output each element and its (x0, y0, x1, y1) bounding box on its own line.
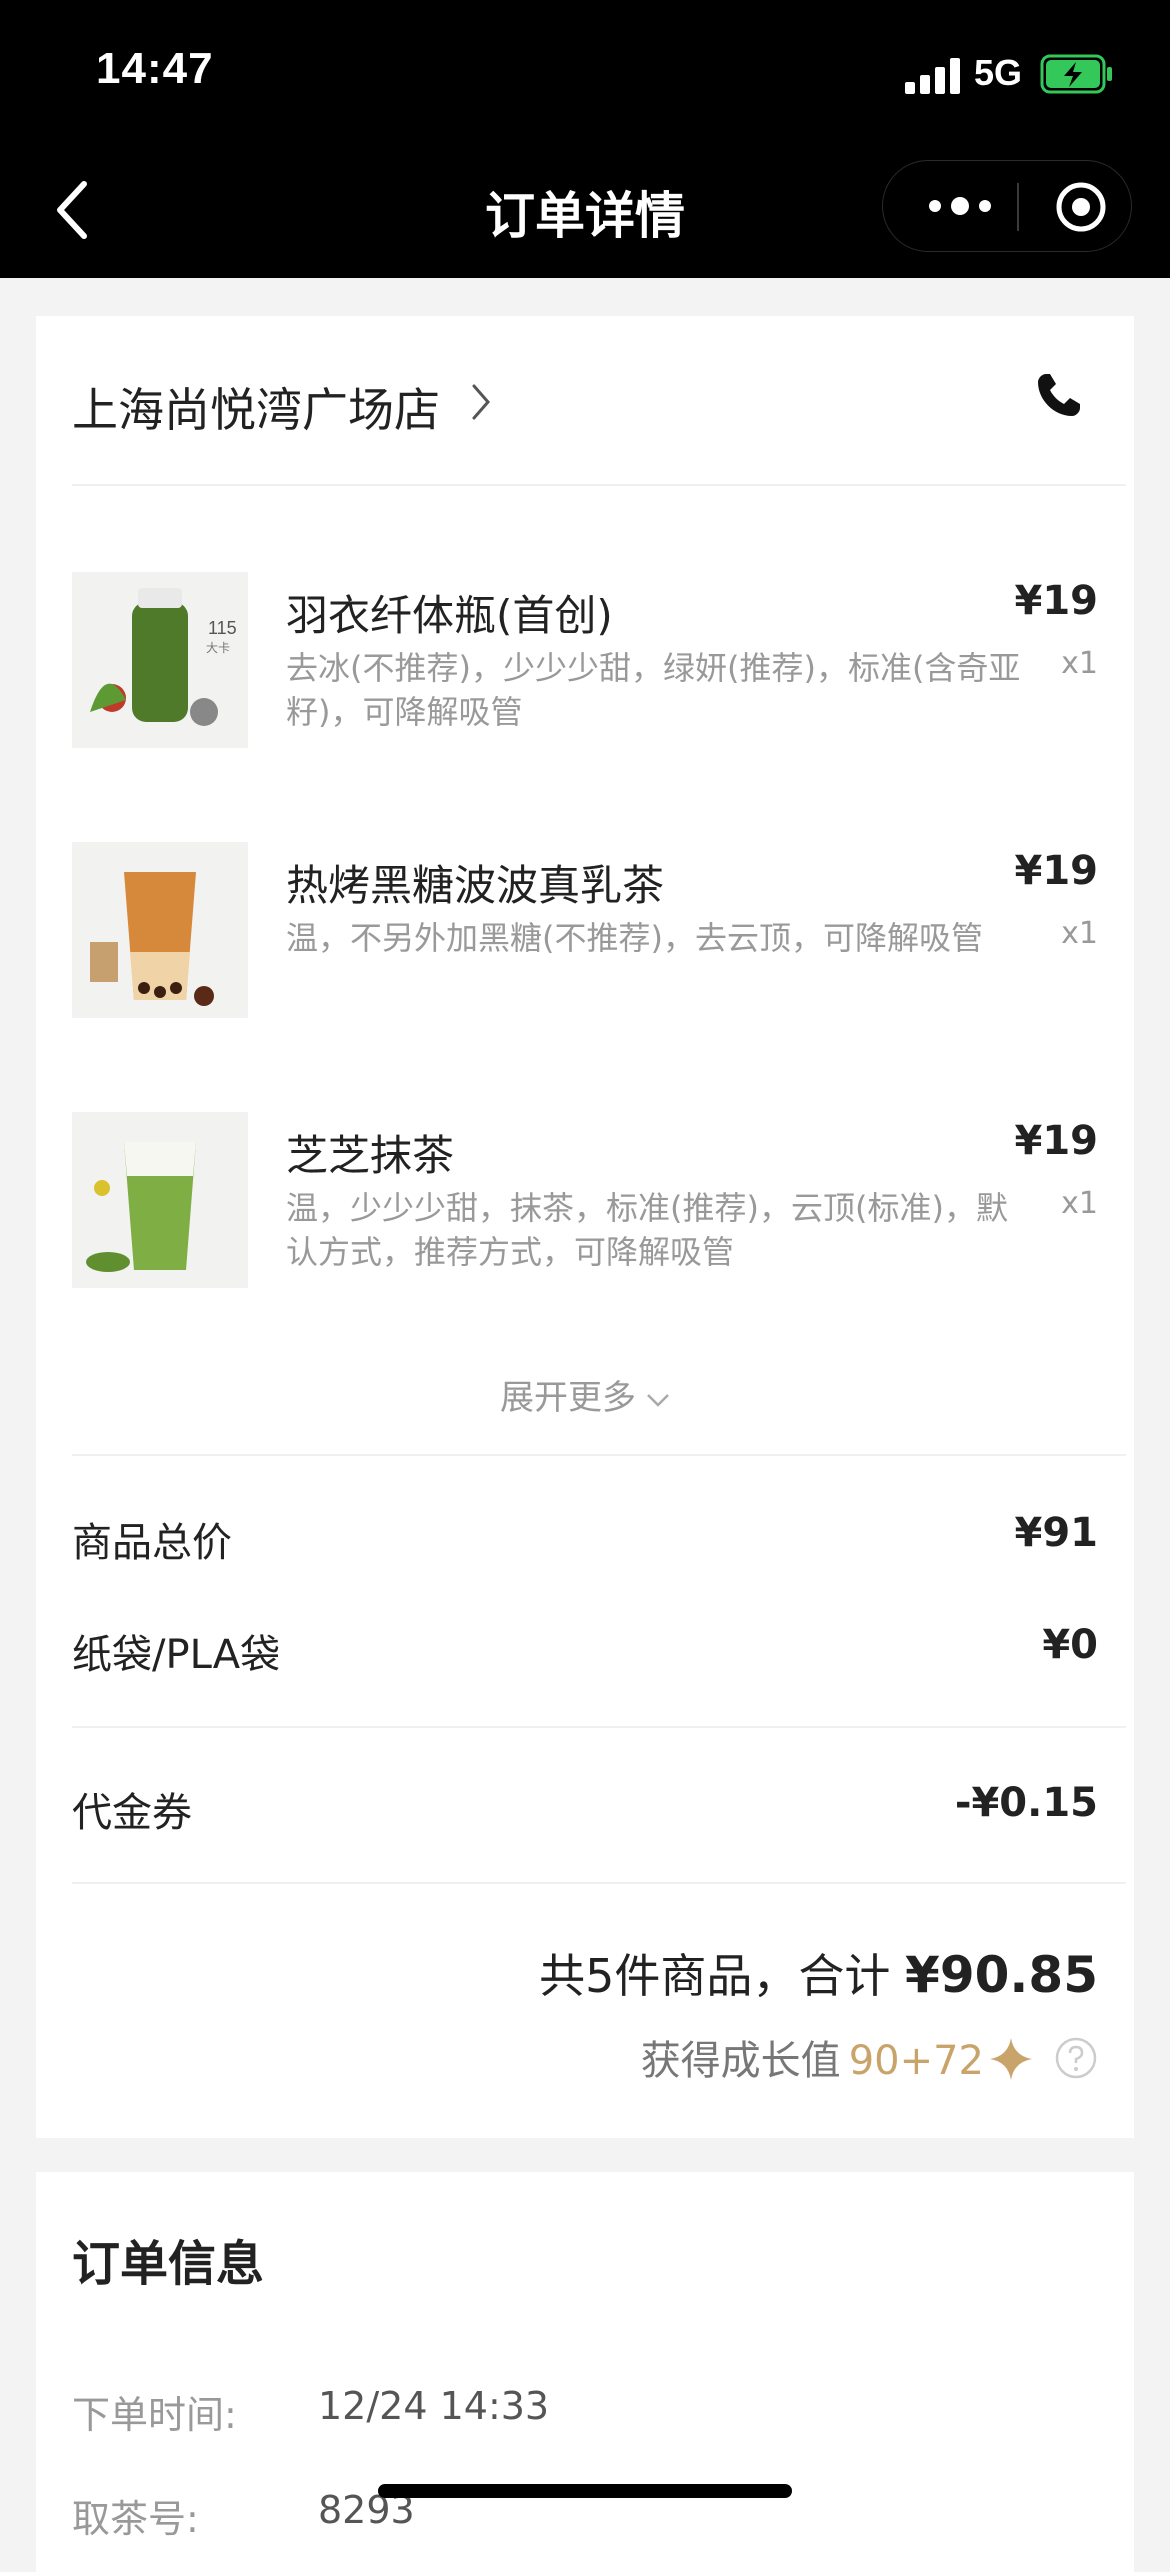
home-indicator[interactable] (378, 2484, 792, 2498)
store-name[interactable]: 上海尚悦湾广场店 (72, 374, 440, 440)
divider (72, 1454, 1126, 1456)
growth-points: 获得成长值 90+72 (641, 2028, 1098, 2084)
thumb-calorie-number: 115 (208, 618, 237, 638)
header: 14:47 5G 订单详情 (0, 0, 1170, 278)
fee-label: 商品总价 (72, 1520, 232, 1566)
capsule-divider (1017, 183, 1019, 231)
expand-more-label: 展开更多 (500, 1378, 636, 1418)
item-quantity: x1 (1061, 916, 1098, 951)
item-name: 热烤黑糖波波真乳茶 (286, 861, 665, 910)
chevron-down-icon (647, 1393, 669, 1407)
fee-row-voucher: 代金券 -¥0.15 (36, 1780, 1134, 1840)
order-info-title: 订单信息 (72, 2236, 265, 2292)
help-icon[interactable] (1054, 2036, 1098, 2080)
mini-program-capsule (882, 160, 1132, 252)
list-item[interactable]: 热烤黑糖波波真乳茶 温，不另外加黑糖(不推荐)，去云顶，可降解吸管 ¥19 x1 (36, 842, 1134, 1042)
pickup-number-label: 取茶号: (72, 2497, 199, 2541)
fee-label: 纸袋/PLA袋 (72, 1632, 281, 1678)
product-image: 115 大卡 (72, 572, 248, 748)
expand-more-button[interactable]: 展开更多 (36, 1370, 1134, 1419)
signal-icon (905, 58, 961, 94)
divider (72, 1882, 1126, 1884)
total-prefix: 共5件商品，合计 (539, 1949, 891, 2003)
divider (72, 1726, 1126, 1728)
fee-value: ¥91 (1014, 1510, 1099, 1556)
item-options: 温，不另外加黑糖(不推荐)，去云顶，可降解吸管 (286, 919, 983, 957)
phone-icon[interactable] (1032, 370, 1084, 422)
item-quantity: x1 (1061, 646, 1098, 681)
divider (72, 484, 1126, 486)
chevron-right-icon (472, 384, 490, 420)
fee-row-subtotal: 商品总价 ¥91 (36, 1510, 1134, 1570)
item-quantity: x1 (1061, 1186, 1098, 1221)
more-options-icon[interactable] (925, 191, 995, 221)
item-options: 去冰(不推荐)，少少少甜，绿妍(推荐)，标准(含奇亚籽)，可降解吸管 (286, 649, 1021, 731)
item-price: ¥19 (1014, 848, 1099, 894)
growth-label: 获得成长值 (640, 2038, 841, 2084)
status-time: 14:47 (96, 44, 214, 93)
fee-value: ¥0 (1042, 1622, 1098, 1668)
item-price: ¥19 (1014, 1118, 1099, 1164)
product-image (72, 842, 248, 1018)
order-total: 共5件商品，合计 ¥90.85 (539, 1940, 1098, 2006)
order-card: 上海尚悦湾广场店 115 大卡 羽衣纤体瓶(首创) 去冰(不推荐)，少少少甜，绿… (36, 316, 1134, 2138)
store-row[interactable]: 上海尚悦湾广场店 (36, 316, 1134, 486)
sparkle-icon (990, 2038, 1032, 2080)
battery-charging-icon (1040, 54, 1112, 94)
close-miniprogram-icon[interactable] (1055, 181, 1107, 233)
product-image (72, 1112, 248, 1288)
network-type: 5G (974, 52, 1023, 93)
item-price: ¥19 (1014, 578, 1099, 624)
item-options: 温，少少少甜，抹茶，标准(推荐)，云顶(标准)，默认方式，推荐方式，可降解吸管 (286, 1189, 1008, 1271)
fee-label: 代金券 (72, 1790, 192, 1836)
order-info-card: 订单信息 下单时间: 12/24 14:33 取茶号: 8293 (36, 2172, 1134, 2572)
thumb-calorie-unit: 大卡 (206, 641, 230, 655)
item-name: 羽衣纤体瓶(首创) (286, 591, 613, 640)
fee-row-bag: 纸袋/PLA袋 ¥0 (36, 1622, 1134, 1682)
total-amount: ¥90.85 (905, 1946, 1098, 2004)
order-time-value: 12/24 14:33 (318, 2384, 550, 2428)
order-time-label: 下单时间: (72, 2393, 237, 2437)
item-name: 芝芝抹茶 (286, 1131, 455, 1180)
list-item[interactable]: 芝芝抹茶 温，少少少甜，抹茶，标准(推荐)，云顶(标准)，默认方式，推荐方式，可… (36, 1112, 1134, 1312)
list-item[interactable]: 115 大卡 羽衣纤体瓶(首创) 去冰(不推荐)，少少少甜，绿妍(推荐)，标准(… (36, 572, 1134, 772)
growth-value: 90+72 (848, 2038, 984, 2084)
fee-value: -¥0.15 (954, 1780, 1098, 1826)
